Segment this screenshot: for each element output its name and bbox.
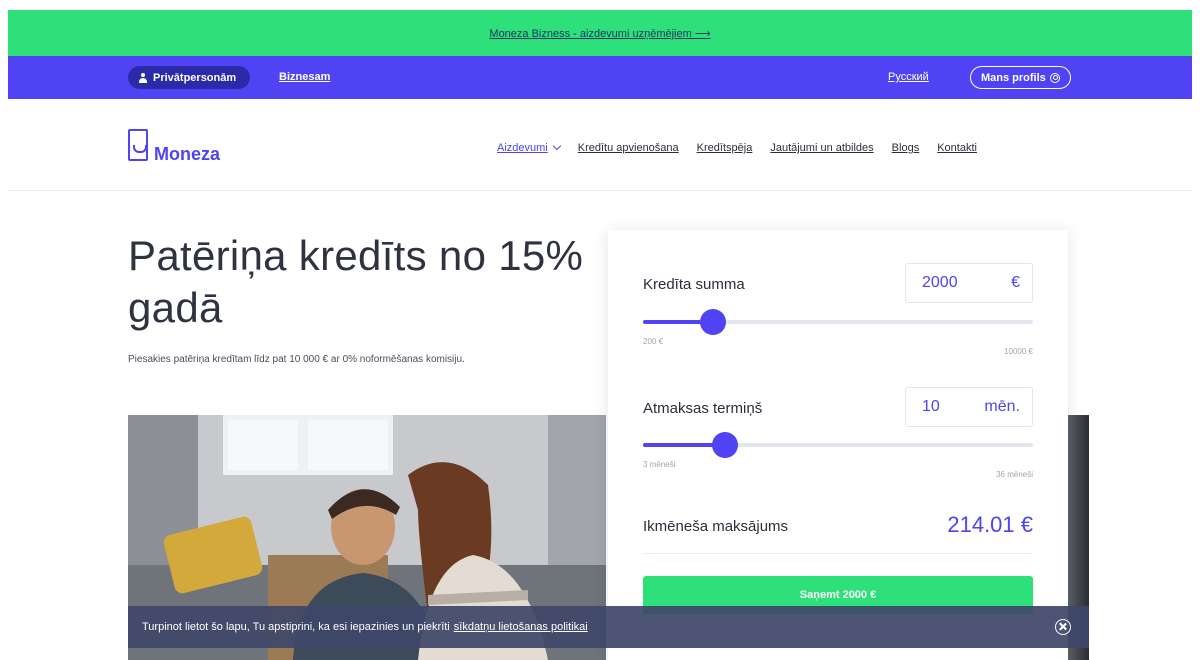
hero-title: Patēriņa kredīts no 15% gadā xyxy=(128,232,584,331)
logo-text: Moneza xyxy=(154,144,221,164)
private-segment-button[interactable]: Privātpersonām xyxy=(128,66,251,89)
amount-value: 2000 xyxy=(922,274,958,291)
person-icon xyxy=(138,72,148,83)
monthly-payment-value: 214.01 € xyxy=(947,512,1033,537)
hero-subtitle: Piesakies patēriņa kredītam līdz pat 10 … xyxy=(128,354,465,365)
term-label: Atmaksas termiņš xyxy=(643,400,763,417)
amount-label: Kredīta summa xyxy=(643,276,745,293)
loan-calculator: Kredīta summa 2000 € 200 € 10000 € Atmak… xyxy=(608,230,1068,660)
segment-bar: Privātpersonām Biznesam Русский Mans pro… xyxy=(8,56,1192,99)
term-unit: mēn. xyxy=(984,398,1020,415)
cookie-banner: Turpinot lietot šo lapu, Tu apstiprini, … xyxy=(128,606,1089,648)
logo[interactable]: Moneza xyxy=(128,129,221,164)
profile-button-label: Mans profils xyxy=(981,71,1046,84)
close-icon[interactable] xyxy=(1055,619,1071,635)
profile-button[interactable]: Mans profils xyxy=(970,66,1071,89)
term-slider-handle[interactable] xyxy=(711,432,738,458)
term-input[interactable]: 10 mēn. xyxy=(905,387,1033,427)
amount-min-label: 200 € xyxy=(643,337,664,346)
user-circle-icon xyxy=(1049,72,1060,83)
language-link[interactable]: Русский xyxy=(888,71,929,83)
main-nav: Aizdevumi Kredītu apvienošana Kredītspēj… xyxy=(497,141,977,154)
chevron-down-icon xyxy=(552,141,561,151)
amount-max-label: 10000 € xyxy=(1004,347,1033,356)
promo-bar: Moneza Bizness - aizdevumi uzņēmējiem ⟶ xyxy=(8,10,1192,56)
business-segment-link[interactable]: Biznesam xyxy=(279,71,330,83)
cookie-policy-link[interactable]: sīkdatņu lietošanas politikai xyxy=(454,621,588,633)
term-min-label: 3 mēneši xyxy=(643,460,676,469)
amount-input[interactable]: 2000 € xyxy=(905,263,1033,303)
term-value: 10 xyxy=(922,398,940,415)
logo-icon xyxy=(128,129,148,161)
amount-slider[interactable] xyxy=(643,309,1033,335)
calc-divider xyxy=(643,553,1033,554)
term-slider[interactable] xyxy=(643,432,1033,458)
private-segment-label: Privātpersonām xyxy=(153,71,237,84)
nav-item-loans-label: Aizdevumi xyxy=(497,142,548,154)
site-header: Moneza Aizdevumi Kredītu apvienošana Kre… xyxy=(8,99,1192,191)
nav-item-creditworthiness[interactable]: Kredītspēja xyxy=(697,142,753,154)
nav-item-consolidation[interactable]: Kredītu apvienošana xyxy=(578,142,679,154)
amount-unit: € xyxy=(1011,274,1020,291)
nav-item-loans[interactable]: Aizdevumi xyxy=(497,141,561,154)
promo-business-link[interactable]: Moneza Bizness - aizdevumi uzņēmējiem ⟶ xyxy=(489,27,710,40)
amount-slider-handle[interactable] xyxy=(700,309,727,335)
nav-item-faq[interactable]: Jautājumi un atbildes xyxy=(770,142,873,154)
term-max-label: 36 mēneši xyxy=(996,470,1033,479)
nav-item-contacts[interactable]: Kontakti xyxy=(937,142,977,154)
cookie-text: Turpinot lietot šo lapu, Tu apstiprini, … xyxy=(142,621,450,633)
nav-item-blog[interactable]: Blogs xyxy=(892,142,920,154)
monthly-payment-label: Ikmēneša maksājums xyxy=(643,518,789,535)
